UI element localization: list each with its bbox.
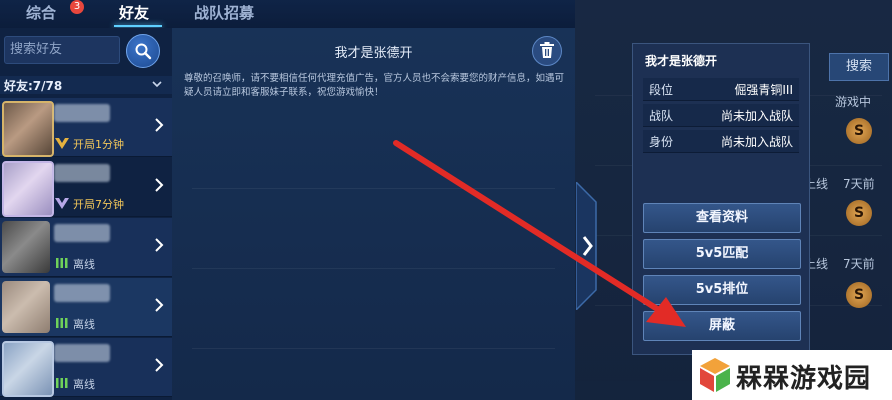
tab-team-recruit[interactable]: 战队招募 <box>194 2 254 23</box>
delete-chat-button[interactable] <box>532 36 562 66</box>
bg-days-ago: 7天前 <box>843 257 875 271</box>
friend-profile-popup: 我才是张德开 段位 倔强青铜III 战队 尚未加入战队 身份 尚未加入战队 查看… <box>632 43 810 355</box>
info-label: 段位 <box>649 83 674 97</box>
friend-count-header[interactable]: 好友:7/78 <box>0 76 172 94</box>
rank-icon <box>56 258 68 268</box>
rank-icon <box>55 198 69 209</box>
chevron-down-icon <box>152 81 162 88</box>
avatar <box>2 281 50 333</box>
watermark-text: 槑槑游戏园 <box>736 364 872 394</box>
bg-rank-badge: S <box>846 282 872 308</box>
friend-list-item[interactable]: 离线 <box>0 218 172 277</box>
info-label: 战队 <box>649 109 674 123</box>
info-value: 尚未加入战队 <box>720 109 793 123</box>
chat-divider <box>192 268 555 269</box>
chevron-right-icon <box>155 178 164 192</box>
bg-days-ago: 7天前 <box>843 177 875 191</box>
trash-icon <box>540 42 554 58</box>
avatar <box>2 161 54 217</box>
block-button[interactable]: 屏蔽 <box>643 311 801 341</box>
profile-info-row: 段位 倔强青铜III <box>643 78 799 101</box>
bg-rank-badge: S <box>846 118 872 144</box>
chat-divider <box>192 188 555 189</box>
invite-5v5-ranked-button[interactable]: 5v5排位 <box>643 275 801 305</box>
profile-info-row: 战队 尚未加入战队 <box>643 104 799 127</box>
chevron-right-icon <box>155 238 164 252</box>
info-label: 身份 <box>649 135 674 149</box>
friend-list-item[interactable]: 离线 <box>0 278 172 337</box>
background-search-button: 搜索 <box>829 53 889 81</box>
bg-rank-badge: S <box>846 200 872 226</box>
friend-list-item[interactable]: 开局1分钟 <box>0 98 172 157</box>
friend-count: 好友:7/78 <box>4 79 63 93</box>
friend-status: 开局7分钟 <box>73 198 124 211</box>
chat-divider <box>192 348 555 349</box>
rank-icon <box>56 378 68 388</box>
avatar <box>2 101 54 157</box>
rank-icon <box>55 138 69 149</box>
friends-sidebar: 好友:7/78 开局1分钟 开局7分钟 离线 <box>0 28 172 400</box>
search-icon <box>135 43 152 60</box>
info-value: 倔强青铜III <box>734 83 793 97</box>
expand-panel-tab[interactable] <box>576 182 604 310</box>
friend-status: 离线 <box>73 378 95 391</box>
chat-system-notice: 尊敬的召唤师，请不要相信任何代理充值广告，官方人员也不会索要您的财产信息，如遇可… <box>184 73 565 98</box>
watermark-logo-icon <box>700 358 730 392</box>
chevron-right-icon <box>155 298 164 312</box>
profile-info-row: 身份 尚未加入战队 <box>643 130 799 153</box>
friend-name-redacted <box>54 164 110 182</box>
invite-5v5-match-button[interactable]: 5v5匹配 <box>643 239 801 269</box>
tab-friends[interactable]: 好友 <box>119 2 149 23</box>
friend-name-redacted <box>54 284 110 302</box>
friend-list-item[interactable]: 离线 <box>0 338 172 397</box>
site-watermark: 槑槑游戏园 <box>692 350 892 400</box>
search-button[interactable] <box>126 34 160 68</box>
tab-general[interactable]: 综合 <box>26 2 56 23</box>
search-box <box>4 36 120 64</box>
bg-status-in-game: 游戏中 <box>835 95 872 109</box>
chevron-right-icon <box>155 118 164 132</box>
friend-status: 离线 <box>73 258 95 271</box>
chevron-right-icon <box>155 358 164 372</box>
active-tab-indicator <box>114 25 162 27</box>
friend-status: 开局1分钟 <box>73 138 124 151</box>
view-profile-button[interactable]: 查看资料 <box>643 203 801 233</box>
tab-bar: 综合 3 好友 战队招募 <box>0 0 575 28</box>
profile-name: 我才是张德开 <box>645 54 718 68</box>
friend-status: 离线 <box>73 318 95 331</box>
search-input[interactable] <box>5 37 119 61</box>
chat-title: 我才是张德开 <box>334 46 413 61</box>
friend-name-redacted <box>54 224 110 242</box>
notification-badge: 3 <box>70 0 84 14</box>
rank-icon <box>56 318 68 328</box>
friend-list-item[interactable]: 开局7分钟 <box>0 158 172 217</box>
chat-panel: 我才是张德开 尊敬的召唤师，请不要相信任何代理充值广告，官方人员也不会索要您的财… <box>172 28 575 400</box>
avatar <box>2 341 54 397</box>
info-value: 尚未加入战队 <box>720 135 793 149</box>
avatar <box>2 221 50 273</box>
friend-name-redacted <box>54 344 110 362</box>
friend-name-redacted <box>54 104 110 122</box>
